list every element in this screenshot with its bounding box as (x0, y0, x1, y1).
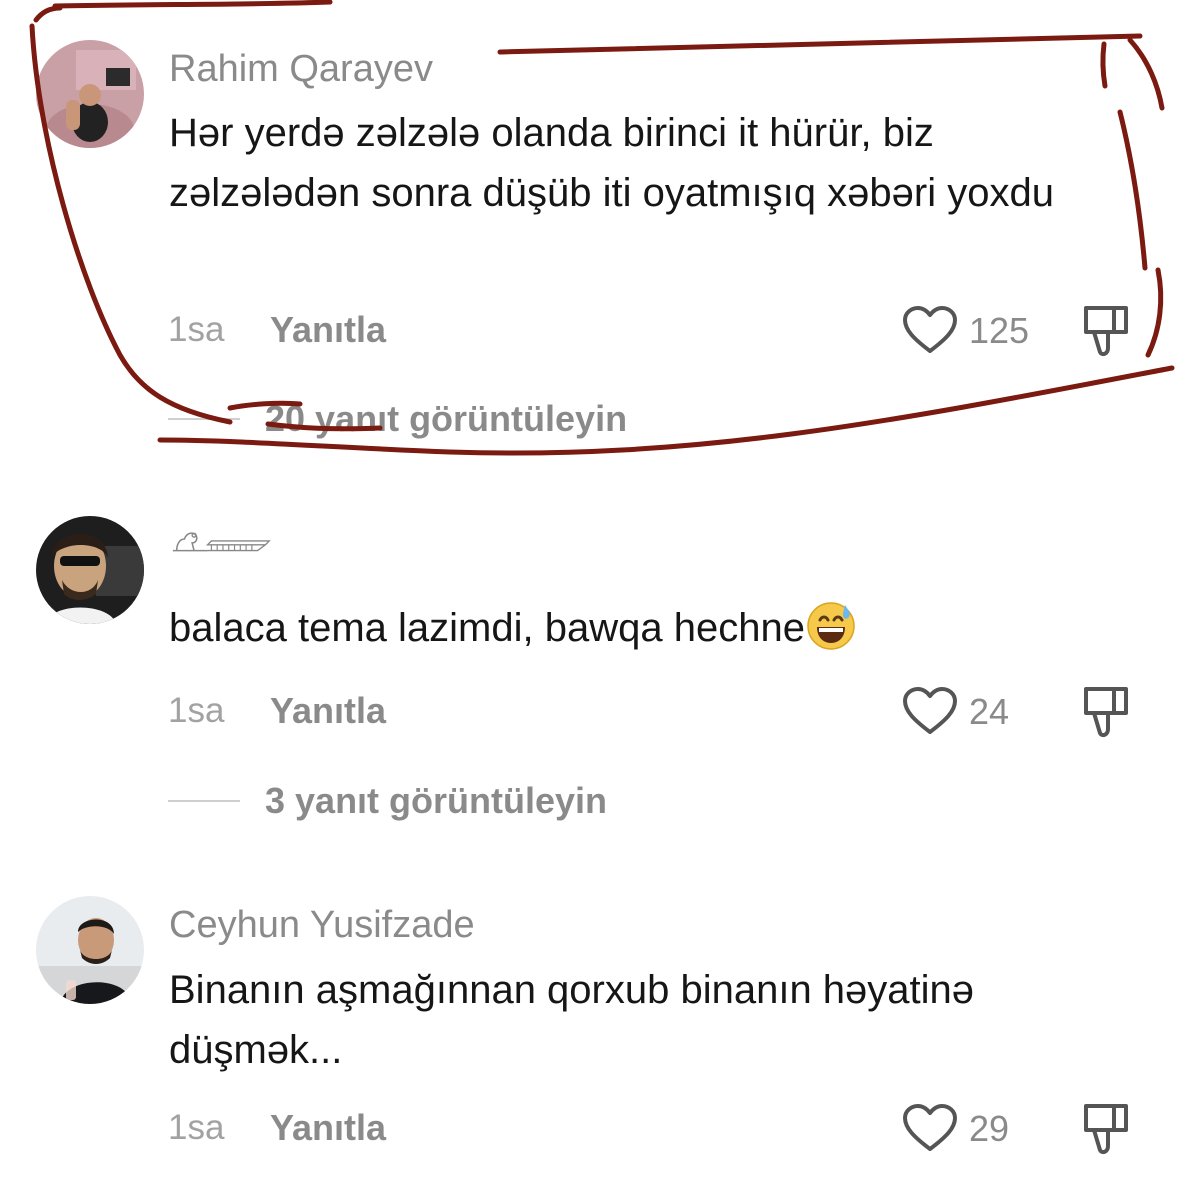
divider-line (168, 418, 240, 420)
avatar[interactable] (36, 40, 144, 148)
grinning-face-with-sweat-emoji (805, 599, 857, 651)
comment-time: 1sa (168, 310, 225, 349)
thumbs-down-outline-icon[interactable] (1080, 302, 1132, 358)
heart-outline-icon[interactable] (902, 305, 958, 355)
like-count: 24 (969, 691, 1010, 732)
comment-time: 1sa (168, 1108, 225, 1147)
view-replies-label: 20 yanıt görüntüleyin (265, 398, 628, 439)
heart-outline-icon[interactable] (902, 686, 958, 736)
comment-item: Ceyhun Yusifzade Binanın aşmağınnan qorx… (0, 870, 1179, 1182)
comment-text: balaca tema lazimdi, bawqa hechne (169, 598, 1129, 658)
username[interactable]: Ceyhun Yusifzade (169, 904, 475, 947)
comment-text: Hər yerdə zəlzələ olanda birinci it hürü… (169, 111, 1054, 215)
thumbs-down-outline-icon[interactable] (1080, 1100, 1132, 1156)
sphinx-glyph-icon (172, 532, 271, 552)
comment-time: 1sa (168, 691, 225, 730)
divider-line (168, 800, 240, 802)
heart-outline-icon[interactable] (902, 1103, 958, 1153)
avatar[interactable] (36, 896, 144, 1004)
username[interactable]: Rahim Qarayev (169, 48, 433, 91)
thumbs-down-outline-icon[interactable] (1080, 683, 1132, 739)
comment-item: balaca tema lazimdi, bawqa hechne 1sa Ya… (0, 470, 1179, 870)
reply-button[interactable]: Yanıtla (270, 690, 386, 732)
reply-button[interactable]: Yanıtla (270, 1107, 386, 1149)
like-count: 29 (969, 1108, 1010, 1149)
reply-button[interactable]: Yanıtla (270, 309, 386, 351)
avatar[interactable] (36, 516, 144, 624)
comment-text: Binanın aşmağınnan qorxub binanın həyati… (169, 968, 975, 1072)
comment-text-content: balaca tema lazimdi, bawqa hechne (169, 606, 805, 650)
like-count: 125 (969, 310, 1030, 351)
view-replies-label: 3 yanıt görüntüleyin (265, 780, 608, 821)
view-replies-button[interactable]: 20 yanıt görüntüleyin (168, 398, 688, 439)
view-replies-button[interactable]: 3 yanıt görüntüleyin (168, 780, 668, 821)
comment-item: Rahim Qarayev Hər yerdə zəlzələ olanda b… (0, 0, 1179, 470)
